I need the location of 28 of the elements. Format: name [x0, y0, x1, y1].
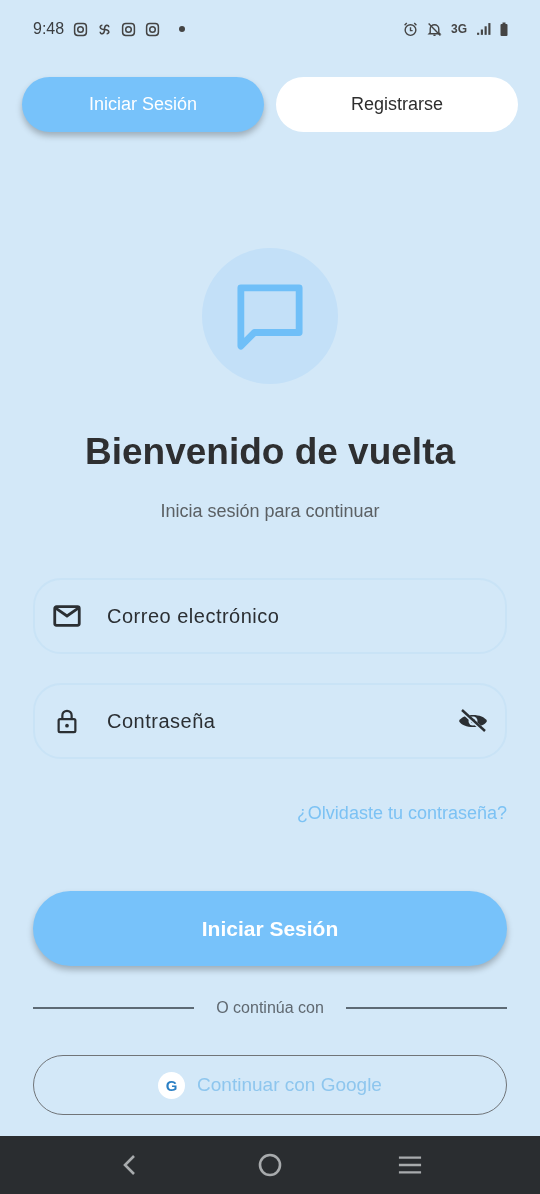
subtitle: Inicia sesión para continuar	[160, 501, 380, 522]
camera-app-icon	[121, 21, 137, 37]
google-badge-icon: G	[158, 1071, 186, 1099]
menu-icon[interactable]	[398, 1153, 422, 1177]
bell-muted-icon	[427, 21, 442, 37]
input-field[interactable]: Contraseña	[33, 683, 507, 759]
mail-icon	[53, 603, 81, 629]
eye-off-icon[interactable]	[457, 709, 489, 733]
input-field[interactable]: Correo electrónico	[33, 578, 507, 654]
alarm-icon	[403, 21, 418, 37]
signal-icon	[476, 21, 491, 37]
welcome-title: Bienvenido de vuelta	[84, 431, 456, 473]
forgot-password-link[interactable]: ¿Olvidaste tu contraseña?	[296, 803, 507, 824]
camera-app-icon	[145, 21, 161, 37]
text-input[interactable]: Contraseña	[105, 708, 433, 734]
pinwheel-icon	[97, 21, 113, 37]
notification-dot-icon	[179, 26, 186, 32]
login-button[interactable]: Iniciar Sesión	[33, 891, 507, 966]
chat-bubble-icon	[235, 282, 305, 350]
status-time: 9:48	[33, 20, 65, 38]
home-icon[interactable]	[258, 1153, 282, 1177]
text-input[interactable]: Correo electrónico	[105, 603, 489, 629]
tab[interactable]: Iniciar Sesión	[22, 77, 264, 132]
divider-label: O continúa con	[216, 999, 324, 1017]
network-type: 3G	[451, 22, 467, 36]
battery-icon	[500, 21, 508, 37]
camera-app-icon	[73, 21, 89, 37]
tab[interactable]: Registrarse	[276, 77, 518, 132]
